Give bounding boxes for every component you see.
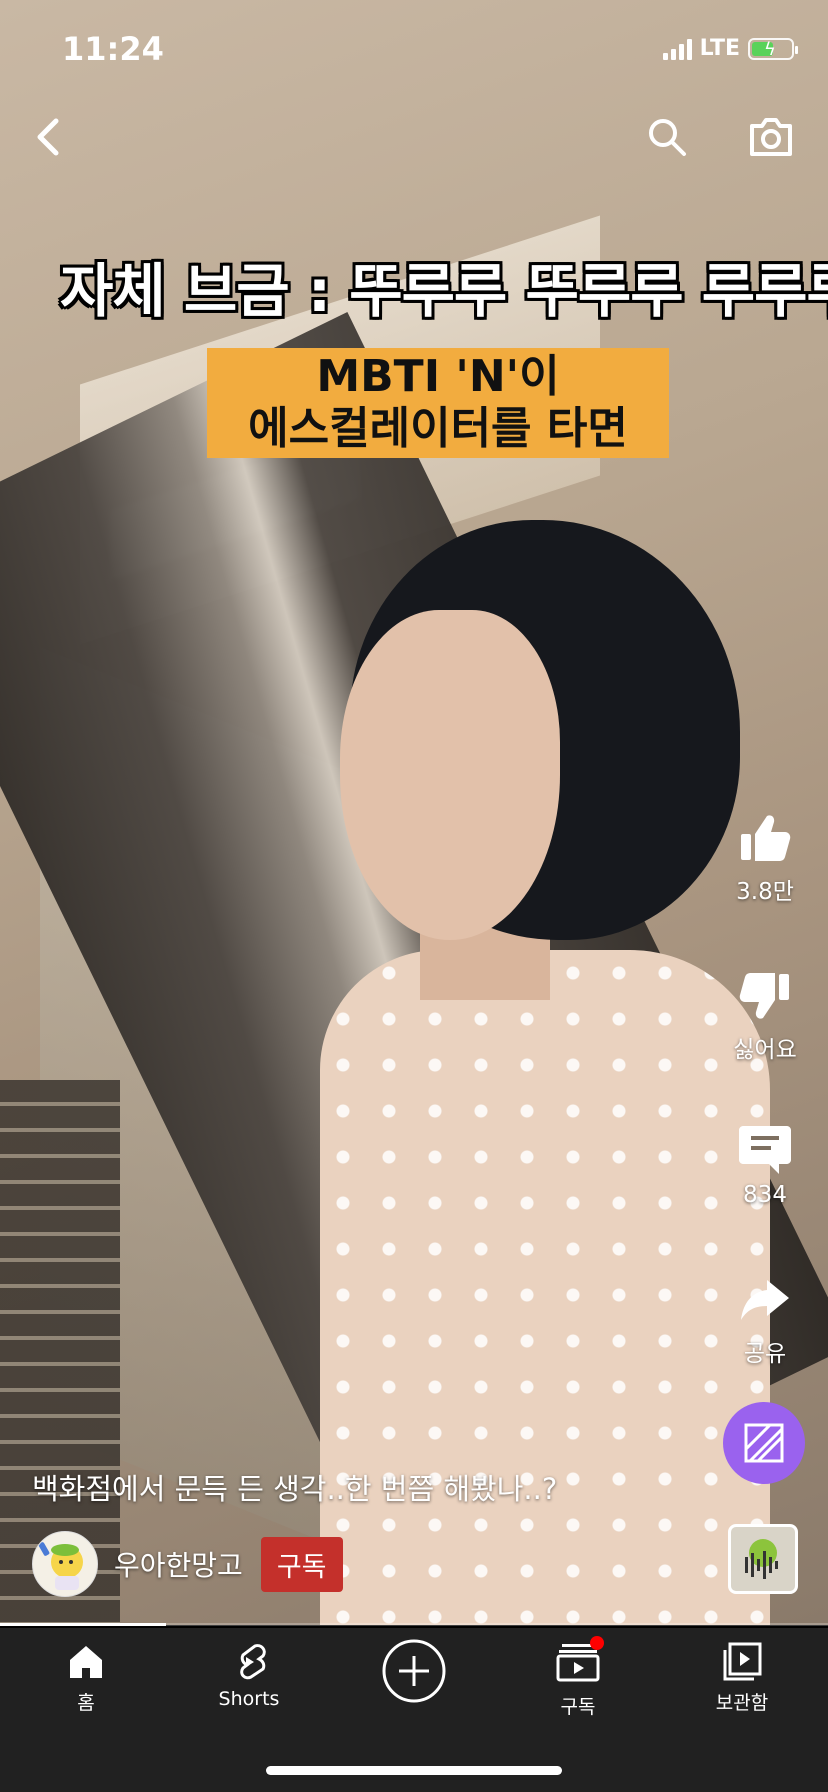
create-plus-icon bbox=[382, 1639, 446, 1703]
share-button[interactable]: 공유 bbox=[720, 1272, 810, 1368]
video-caption-line: 자체 브금 : 뚜루루 뚜루루 루루루 bbox=[60, 257, 828, 325]
back-button[interactable] bbox=[20, 110, 74, 164]
shorts-icon bbox=[240, 1644, 266, 1680]
dislike-action: 싫어요 bbox=[720, 968, 810, 1064]
status-indicators: LTE ϟ bbox=[662, 36, 798, 61]
remix-icon bbox=[744, 1423, 784, 1463]
home-indicator[interactable] bbox=[266, 1766, 562, 1775]
dislike-button[interactable]: 싫어요 bbox=[720, 968, 810, 1064]
comment-count: 834 bbox=[743, 1182, 787, 1208]
chevron-left-icon bbox=[37, 118, 59, 156]
video-caption-box: MBTI 'N'이 에스컬레이터를 타면 bbox=[207, 348, 669, 458]
nav-subscriptions-label: 구독 bbox=[560, 1696, 596, 1718]
comment-action: 834 bbox=[720, 1120, 810, 1208]
nav-home[interactable]: 홈 bbox=[16, 1642, 156, 1715]
remix-button[interactable] bbox=[723, 1402, 805, 1484]
subscriptions-icon-wrap bbox=[556, 1636, 604, 1686]
battery-icon: ϟ bbox=[748, 37, 798, 60]
share-icon bbox=[741, 1280, 789, 1320]
sound-waveform-icon bbox=[745, 1539, 778, 1579]
video-progress-bar[interactable] bbox=[0, 1623, 828, 1626]
nav-shorts[interactable]: Shorts bbox=[179, 1642, 319, 1710]
dislike-label: 싫어요 bbox=[733, 1037, 797, 1063]
channel-name[interactable]: 우아한망고 bbox=[114, 1544, 243, 1584]
signal-strength-icon bbox=[662, 38, 692, 60]
nav-home-label: 홈 bbox=[77, 1692, 95, 1714]
video-person-shirt bbox=[320, 950, 770, 1625]
search-button[interactable] bbox=[640, 110, 694, 164]
subscribe-button[interactable]: 구독 bbox=[260, 1536, 343, 1592]
caption-box-line-1: MBTI 'N'이 bbox=[316, 351, 560, 402]
sound-thumbnail[interactable] bbox=[728, 1524, 798, 1594]
network-type: LTE bbox=[699, 36, 740, 61]
video-progress-fill bbox=[0, 1623, 166, 1626]
share-label: 공유 bbox=[743, 1341, 787, 1367]
nav-library-label: 보관함 bbox=[715, 1692, 769, 1714]
library-icon bbox=[723, 1642, 762, 1681]
camera-button[interactable] bbox=[744, 110, 798, 164]
comment-button[interactable]: 834 bbox=[720, 1120, 810, 1208]
status-time: 11:24 bbox=[62, 30, 164, 68]
comment-icon bbox=[739, 1126, 791, 1174]
channel-row: 우아한망고 구독 bbox=[32, 1531, 343, 1597]
thumbs-down-icon bbox=[739, 973, 789, 1019]
shorts-player-screen: 자체 브금 : 뚜루루 뚜루루 루루루 MBTI 'N'이 에스컬레이터를 타면… bbox=[0, 0, 828, 1792]
thumbs-up-icon bbox=[741, 815, 791, 861]
home-icon bbox=[70, 1646, 102, 1678]
nav-library[interactable]: 보관함 bbox=[672, 1642, 812, 1715]
nav-create[interactable] bbox=[344, 1638, 484, 1704]
nav-shorts-label: Shorts bbox=[218, 1688, 280, 1710]
video-person-face bbox=[340, 610, 560, 940]
subscriptions-badge bbox=[590, 1636, 604, 1650]
caption-box-line-2: 에스컬레이터를 타면 bbox=[248, 403, 628, 454]
video-description[interactable]: 백화점에서 문득 든 생각..한 번쯤 해봤나..? bbox=[32, 1466, 557, 1508]
channel-avatar[interactable] bbox=[32, 1531, 98, 1597]
share-action: 공유 bbox=[720, 1272, 810, 1368]
video-frame[interactable]: 자체 브금 : 뚜루루 뚜루루 루루루 MBTI 'N'이 에스컬레이터를 타면 bbox=[0, 0, 828, 1625]
mango-character-icon bbox=[38, 1542, 83, 1590]
nav-subscriptions[interactable]: 구독 bbox=[508, 1636, 648, 1719]
camera-icon bbox=[750, 118, 792, 156]
search-icon bbox=[649, 119, 686, 156]
like-button[interactable]: 3.8만 bbox=[720, 810, 810, 906]
like-action: 3.8만 bbox=[720, 810, 810, 906]
like-count: 3.8만 bbox=[736, 879, 794, 905]
